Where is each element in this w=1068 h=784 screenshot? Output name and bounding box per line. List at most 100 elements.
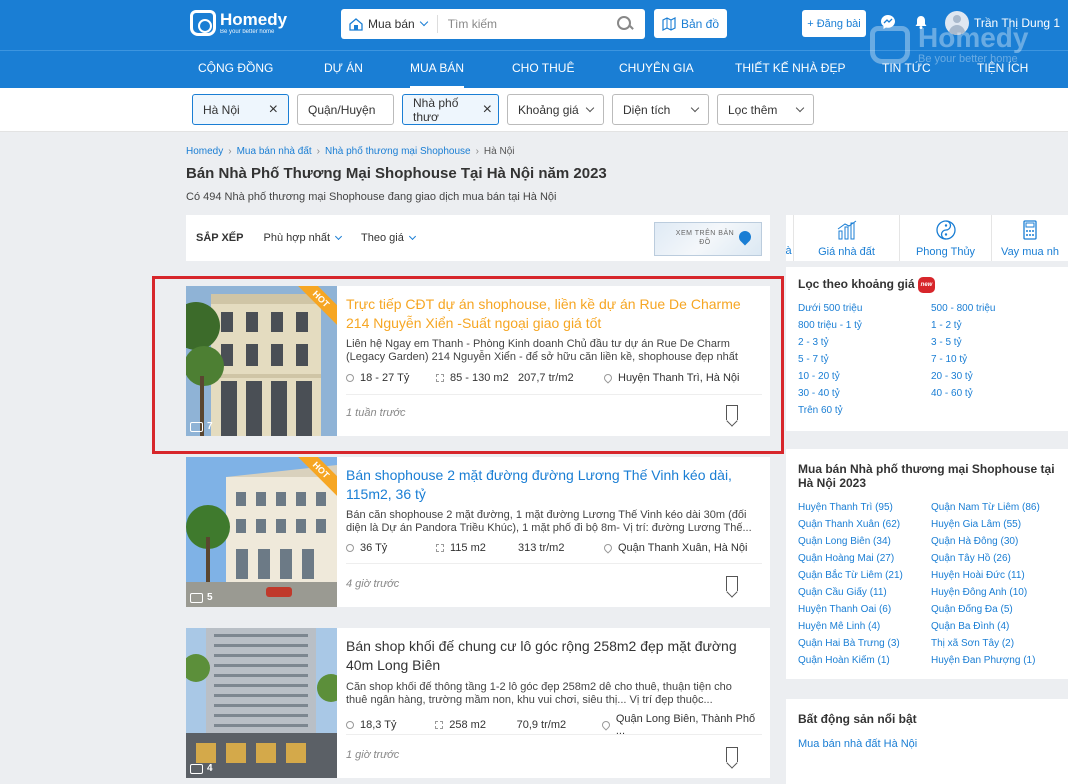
nav-thiet-ke-nha-dep[interactable]: Thiết kế nhà đẹp xyxy=(735,51,845,88)
district-link[interactable]: Huyện Mê Linh (4) xyxy=(798,621,880,632)
featured-link[interactable]: Mua bán nhà đất Hà Nội xyxy=(798,738,917,750)
district-link[interactable]: Huyện Gia Lâm (55) xyxy=(931,519,1021,530)
photo-count: 5 xyxy=(190,592,213,603)
district-link[interactable]: Thị xã Sơn Tây (2) xyxy=(931,638,1014,649)
district-link[interactable]: Quận Đống Đa (5) xyxy=(931,604,1013,615)
district-link[interactable]: Huyện Đông Anh (10) xyxy=(931,587,1027,598)
search-input[interactable] xyxy=(437,17,617,31)
location-pin-icon xyxy=(602,542,614,554)
listing-photo[interactable]: 4 xyxy=(186,628,337,778)
utility-partial-label: à xyxy=(786,245,792,257)
nav-cho-thue[interactable]: Cho thuê xyxy=(512,51,574,88)
listing-photo-image xyxy=(186,628,337,778)
district-link[interactable]: Quận Nam Từ Liêm (86) xyxy=(931,502,1040,513)
utility-land-price-label: Giá nhà đất xyxy=(818,246,875,258)
clear-city-icon[interactable]: × xyxy=(269,101,278,118)
area-icon xyxy=(436,374,444,382)
district-filter[interactable]: Quận/Huyện xyxy=(297,94,394,125)
nav-cong-dong[interactable]: Cộng đồng xyxy=(198,51,273,88)
district-link[interactable]: Quận Hoàn Kiếm (1) xyxy=(798,655,890,666)
sort-price[interactable]: Theo giá xyxy=(361,232,416,244)
breadcrumb-shophouse[interactable]: Nhà phố thương mại Shophouse xyxy=(325,146,471,157)
sort-price-label: Theo giá xyxy=(361,232,404,244)
price-link[interactable]: 40 - 60 tỷ xyxy=(931,388,973,399)
more-filter[interactable]: Lọc thêm xyxy=(717,94,814,125)
district-link[interactable]: Quận Ba Đình (4) xyxy=(931,621,1009,632)
listing-meta: 36 Tỷ 115 m2 313 tr/m2 Quận Thanh Xuân, … xyxy=(346,542,766,554)
price-link[interactable]: 30 - 40 tỷ xyxy=(798,388,840,399)
district-link[interactable]: Huyện Đan Phượng (1) xyxy=(931,655,1035,666)
search-icon[interactable] xyxy=(617,16,633,32)
listing-price-value: 36 Tỷ xyxy=(360,542,388,554)
breadcrumb-home[interactable]: Homedy xyxy=(186,146,223,157)
price-link[interactable]: 10 - 20 tỷ xyxy=(798,371,840,382)
listing-description: Liên hệ Ngay em Thanh - Phòng Kinh doanh… xyxy=(346,338,738,363)
price-link[interactable]: 3 - 5 tỷ xyxy=(931,337,962,348)
price-filter-label: Khoảng giá xyxy=(518,102,579,117)
price-link[interactable]: 7 - 10 tỷ xyxy=(931,354,967,365)
utility-land-price[interactable]: Giá nhà đất xyxy=(794,215,900,261)
listing-card[interactable]: HOT 7 Trực tiếp CĐT dự án shophouse, liề… xyxy=(186,286,770,436)
chevron-down-icon xyxy=(795,103,805,112)
nav-du-an[interactable]: Dự án xyxy=(324,51,363,88)
listing-title[interactable]: Trực tiếp CĐT dự án shophouse, liền kề d… xyxy=(346,295,751,333)
price-link[interactable]: Dưới 500 triệu xyxy=(798,303,862,314)
breadcrumb-buy-sell[interactable]: Mua bán nhà đất xyxy=(237,146,312,157)
bookmark-icon[interactable] xyxy=(726,747,738,762)
price-link[interactable]: Trên 60 tỷ xyxy=(798,405,843,416)
bookmark-icon[interactable] xyxy=(726,405,738,420)
price-filter[interactable]: Khoảng giá xyxy=(507,94,604,125)
listing-area: 115 m2 xyxy=(436,542,518,554)
post-listing-button[interactable]: + Đăng bài xyxy=(802,10,866,37)
price-link[interactable]: 5 - 7 tỷ xyxy=(798,354,829,365)
property-type-filter[interactable]: Nhà phố thươ × xyxy=(402,94,499,125)
listing-photo[interactable]: HOT 5 xyxy=(186,457,337,607)
price-range-title-text: Lọc theo khoảng giá xyxy=(798,277,915,292)
price-link[interactable]: 500 - 800 triệu xyxy=(931,303,996,314)
view-on-map-thumbnail[interactable]: XEM TRÊN BẢN ĐỒ xyxy=(654,222,762,256)
district-filter-label: Quận/Huyện xyxy=(308,102,376,117)
listing-photo[interactable]: HOT 7 xyxy=(186,286,337,436)
nav-chuyen-gia[interactable]: Chuyên gia xyxy=(619,51,694,88)
area-filter[interactable]: Diện tích xyxy=(612,94,709,125)
utility-feng-shui-label: Phong Thủy xyxy=(915,246,976,258)
utility-feng-shui[interactable]: Phong Thủy xyxy=(900,215,992,261)
map-button[interactable]: Bản đồ xyxy=(654,9,728,38)
listing-description: Bán căn shophouse 2 mặt đường, 1 mặt đườ… xyxy=(346,509,752,534)
price-link[interactable]: 20 - 30 tỷ xyxy=(931,371,973,382)
district-link[interactable]: Quận Hai Bà Trưng (3) xyxy=(798,638,900,649)
district-link[interactable]: Quận Long Biên (34) xyxy=(798,536,891,547)
district-link[interactable]: Quận Tây Hồ (26) xyxy=(931,553,1011,564)
sort-relevance[interactable]: Phù hợp nhất xyxy=(264,232,343,244)
listing-card[interactable]: 4 Bán shop khối đế chung cư lô góc rộng … xyxy=(186,628,770,778)
district-link[interactable]: Quận Hoàng Mai (27) xyxy=(798,553,894,564)
sort-label: SẮP XẾP xyxy=(196,232,244,244)
price-link[interactable]: 2 - 3 tỷ xyxy=(798,337,829,348)
price-icon xyxy=(346,721,354,729)
nav-mua-ban[interactable]: Mua bán xyxy=(410,51,465,88)
listing-price: 18,3 Tỷ xyxy=(346,719,435,731)
price-link[interactable]: 800 triệu - 1 tỷ xyxy=(798,320,862,331)
listing-card[interactable]: HOT 5 Bán shophouse 2 mặt đường đường Lư… xyxy=(186,457,770,607)
search-type-select[interactable]: Mua bán xyxy=(341,15,438,33)
district-link[interactable]: Huyện Thanh Trì (95) xyxy=(798,502,893,513)
filter-bar: Hà Nội × Quận/Huyện Nhà phố thươ × Khoản… xyxy=(0,88,1068,132)
district-link[interactable]: Quận Thanh Xuân (62) xyxy=(798,519,900,530)
photo-count-value: 7 xyxy=(207,421,213,432)
listing-title[interactable]: Bán shop khối đế chung cư lô góc rộng 25… xyxy=(346,637,751,675)
bookmark-icon[interactable] xyxy=(726,576,738,591)
district-link[interactable]: Quận Hà Đông (30) xyxy=(931,536,1018,547)
city-filter[interactable]: Hà Nội × xyxy=(192,94,289,125)
property-type-label: Nhà phố thươ xyxy=(413,95,459,124)
utility-loan[interactable]: Vay mua nh xyxy=(992,215,1068,261)
clear-type-icon[interactable]: × xyxy=(483,101,492,118)
homedy-logo[interactable]: Homedy Be your better home xyxy=(190,10,287,36)
price-link[interactable]: 1 - 2 tỷ xyxy=(931,320,962,331)
district-link[interactable]: Quận Cầu Giấy (11) xyxy=(798,587,887,598)
chevron-down-icon xyxy=(419,17,428,27)
district-link[interactable]: Huyện Thanh Oai (6) xyxy=(798,604,891,615)
district-link[interactable]: Huyện Hoài Đức (11) xyxy=(931,570,1025,581)
district-link[interactable]: Quận Bắc Từ Liêm (21) xyxy=(798,570,903,581)
utility-partial[interactable]: à xyxy=(786,215,794,261)
listing-title[interactable]: Bán shophouse 2 mặt đường đường Lương Th… xyxy=(346,466,751,504)
